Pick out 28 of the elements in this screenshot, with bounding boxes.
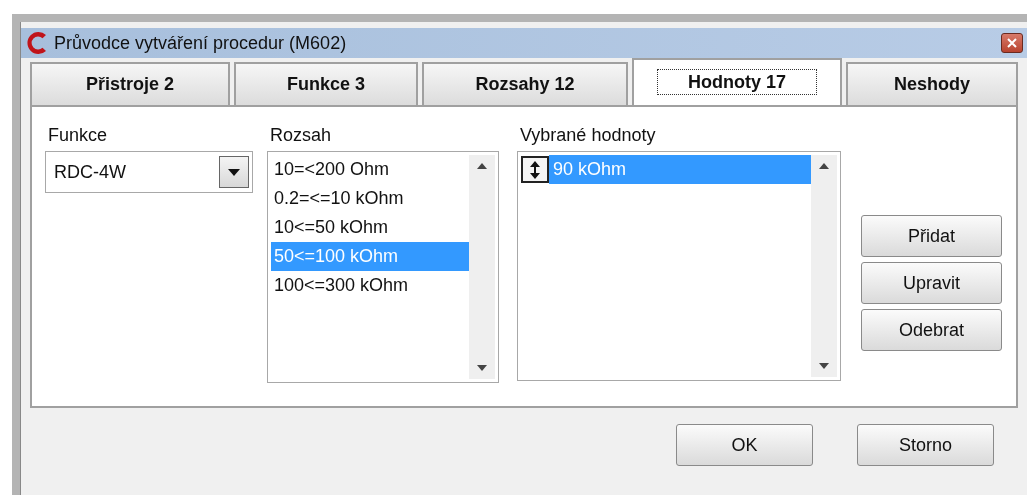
dialog-button[interactable]: OK [676, 424, 813, 466]
list-item[interactable]: 100<=300 kOhm [271, 271, 469, 300]
tab[interactable]: Funkce 3 [234, 62, 418, 105]
list-item[interactable]: 0.2=<=10 kOhm [271, 184, 469, 213]
list-item[interactable]: 10<=50 kOhm [271, 213, 469, 242]
window-title: Průvodce vytváření procedur (M602) [54, 32, 348, 54]
dialog-button[interactable]: Storno [857, 424, 994, 466]
action-button[interactable]: Přidat [861, 215, 1002, 257]
tab[interactable]: Přistroje 2 [30, 62, 230, 105]
sort-arrows-icon[interactable] [530, 160, 540, 179]
list-item[interactable]: 10=<200 Ohm [271, 155, 469, 184]
close-icon [1007, 38, 1017, 48]
action-button[interactable]: Odebrat [861, 309, 1002, 351]
action-button[interactable]: Upravit [861, 262, 1002, 304]
tab[interactable]: Neshody [846, 62, 1018, 105]
range-list[interactable]: 10=<200 Ohm 0.2=<=10 kOhm 10<=50 kOhm 50<=100 kOhm 100<=300 kOhm [267, 151, 499, 383]
scroll-up-icon[interactable] [477, 163, 487, 169]
scroll-down-icon[interactable] [477, 365, 487, 371]
tab[interactable]: Hodnoty 17 [632, 58, 842, 105]
tab[interactable]: Rozsahy 12 [422, 62, 628, 105]
scroll-up-icon[interactable] [819, 163, 829, 169]
scroll-down-icon[interactable] [819, 363, 829, 369]
field-label: Funkce [48, 125, 109, 146]
close-button[interactable] [1001, 33, 1023, 53]
list-label: Vybrané hodnoty [520, 125, 657, 146]
dropdown-arrow-icon [228, 168, 240, 176]
list-label: Rozsah [270, 125, 333, 146]
function-dropdown[interactable]: RDC-4W [45, 151, 253, 193]
